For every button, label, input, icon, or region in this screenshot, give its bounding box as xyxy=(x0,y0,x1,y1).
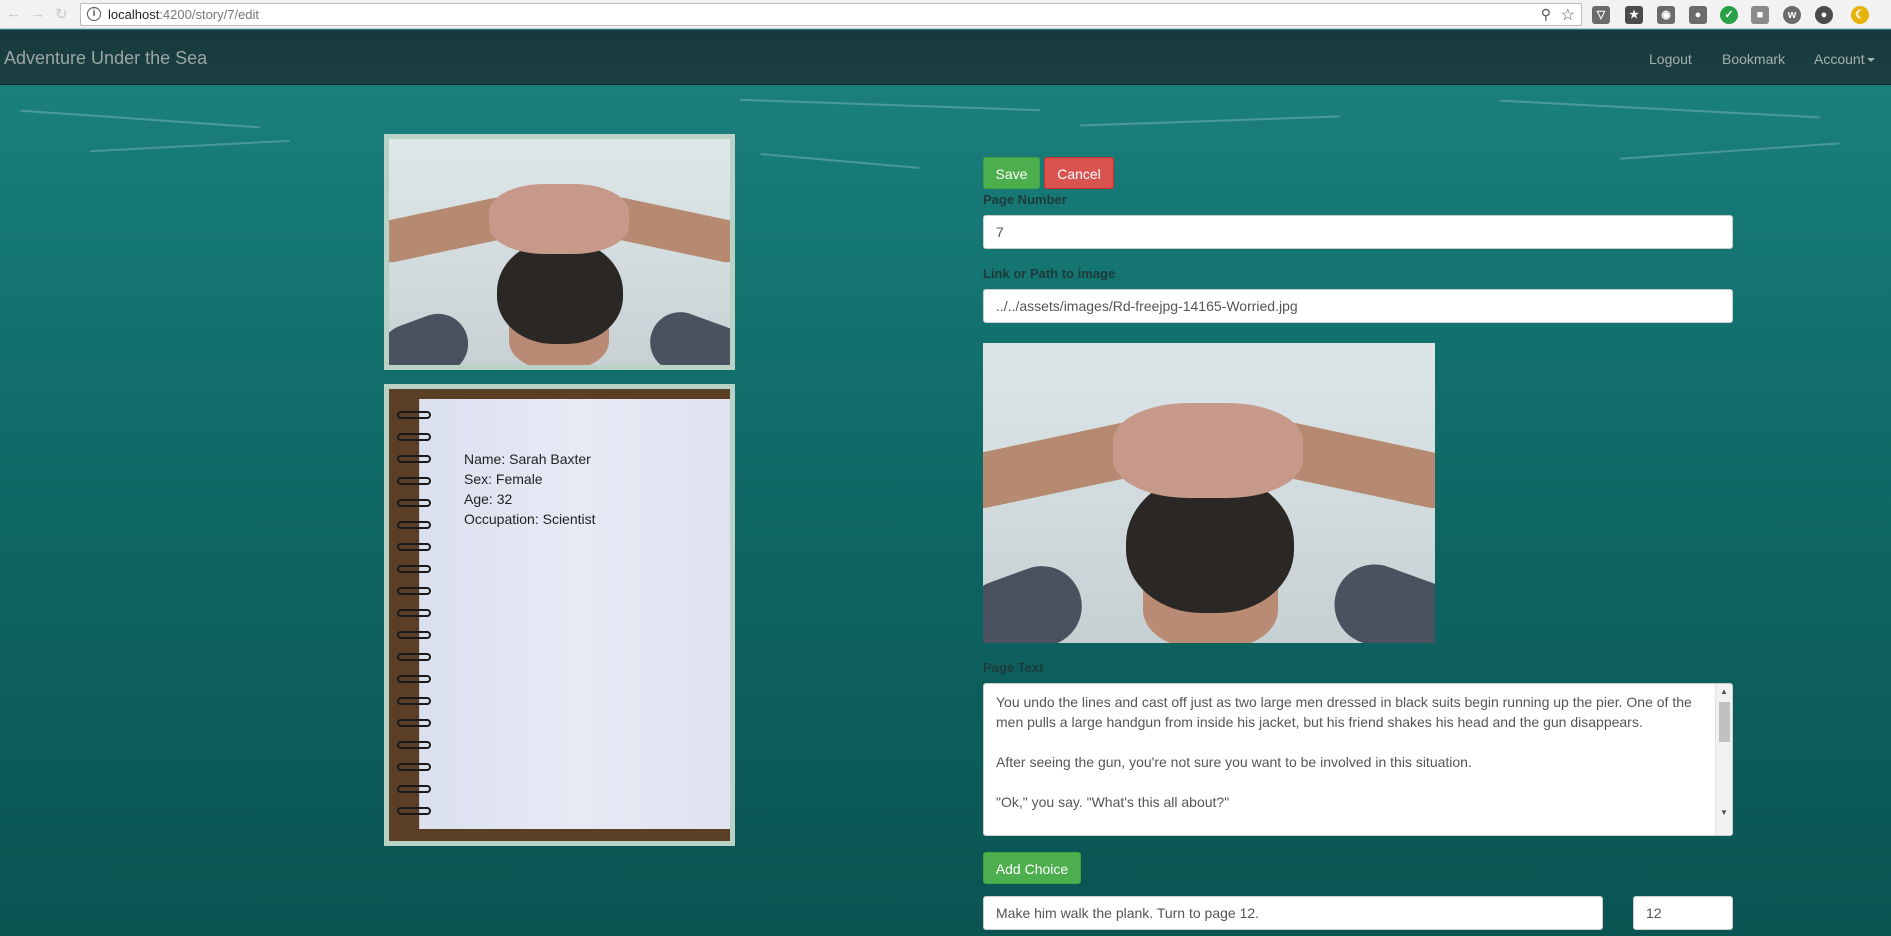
page-image-card xyxy=(384,134,735,370)
character-age: Age: 32 xyxy=(464,491,513,507)
cancel-button[interactable]: Cancel xyxy=(1044,157,1114,189)
image-preview xyxy=(983,343,1435,643)
extension-icon[interactable]: ☾ xyxy=(1851,6,1869,24)
scroll-down-icon[interactable]: ▼ xyxy=(1720,808,1728,817)
character-sex: Sex: Female xyxy=(464,471,543,487)
browser-toolbar: ← → ↻ i localhost:4200/story/7/edit ⚲ ☆ … xyxy=(0,0,1891,29)
notebook-image: Name: Sarah Baxter Sex: Female Age: 32 O… xyxy=(389,389,730,841)
image-path-label: Link or Path to image xyxy=(983,266,1116,281)
textarea-scrollbar[interactable]: ▲ ▼ xyxy=(1715,684,1732,835)
page-number-input[interactable]: 7 xyxy=(983,215,1733,249)
worried-man-image xyxy=(389,139,730,365)
bookmark-link[interactable]: Bookmark xyxy=(1722,51,1785,67)
address-bar[interactable]: i localhost:4200/story/7/edit ⚲ ☆ xyxy=(80,3,1582,26)
page-text-label: Page Text xyxy=(983,660,1044,675)
caret-down-icon xyxy=(1866,58,1875,63)
brand-title[interactable]: Adventure Under the Sea xyxy=(4,48,207,69)
scroll-thumb[interactable] xyxy=(1719,702,1730,742)
save-button[interactable]: Save xyxy=(983,157,1040,189)
url-text: localhost:4200/story/7/edit xyxy=(108,7,260,22)
evernote-extension-icon[interactable]: ● xyxy=(1689,6,1707,24)
character-occupation: Occupation: Scientist xyxy=(464,511,596,527)
extension-icon[interactable]: ■ xyxy=(1751,6,1769,24)
page-number-label: Page Number xyxy=(983,192,1067,207)
extension-icon[interactable]: ● xyxy=(1815,6,1833,24)
character-details: Name: Sarah Baxter Sex: Female Age: 32 O… xyxy=(464,449,596,529)
character-name: Name: Sarah Baxter xyxy=(464,451,591,467)
info-icon[interactable]: i xyxy=(87,7,101,21)
account-dropdown[interactable]: Account xyxy=(1814,51,1875,67)
extension-icon[interactable]: ★ xyxy=(1625,6,1643,24)
back-icon[interactable]: ← xyxy=(6,5,21,22)
choice-page-input[interactable]: 12 xyxy=(1633,896,1733,930)
check-extension-icon[interactable]: ✓ xyxy=(1720,6,1738,24)
image-path-input[interactable]: ../../assets/images/Rd-freejpg-14165-Wor… xyxy=(983,289,1733,323)
reload-icon[interactable]: ↻ xyxy=(55,5,68,23)
forward-icon[interactable]: → xyxy=(30,5,45,22)
logout-link[interactable]: Logout xyxy=(1649,51,1692,67)
bookmark-star-icon[interactable]: ☆ xyxy=(1561,5,1575,25)
key-icon[interactable]: ⚲ xyxy=(1541,6,1551,23)
choice-text-input[interactable]: Make him walk the plank. Turn to page 12… xyxy=(983,896,1603,930)
extension-icon[interactable]: ◉ xyxy=(1657,6,1675,24)
page-text-area[interactable]: You undo the lines and cast off just as … xyxy=(983,683,1733,836)
extension-icon[interactable]: w xyxy=(1783,6,1801,24)
add-choice-button[interactable]: Add Choice xyxy=(983,852,1081,884)
app-navbar: Adventure Under the Sea Logout Bookmark … xyxy=(0,30,1891,85)
page-text-content: You undo the lines and cast off just as … xyxy=(996,694,1692,810)
pocket-extension-icon[interactable]: ▽ xyxy=(1592,6,1610,24)
character-notebook-card: Name: Sarah Baxter Sex: Female Age: 32 O… xyxy=(384,384,735,846)
scroll-up-icon[interactable]: ▲ xyxy=(1720,687,1728,696)
